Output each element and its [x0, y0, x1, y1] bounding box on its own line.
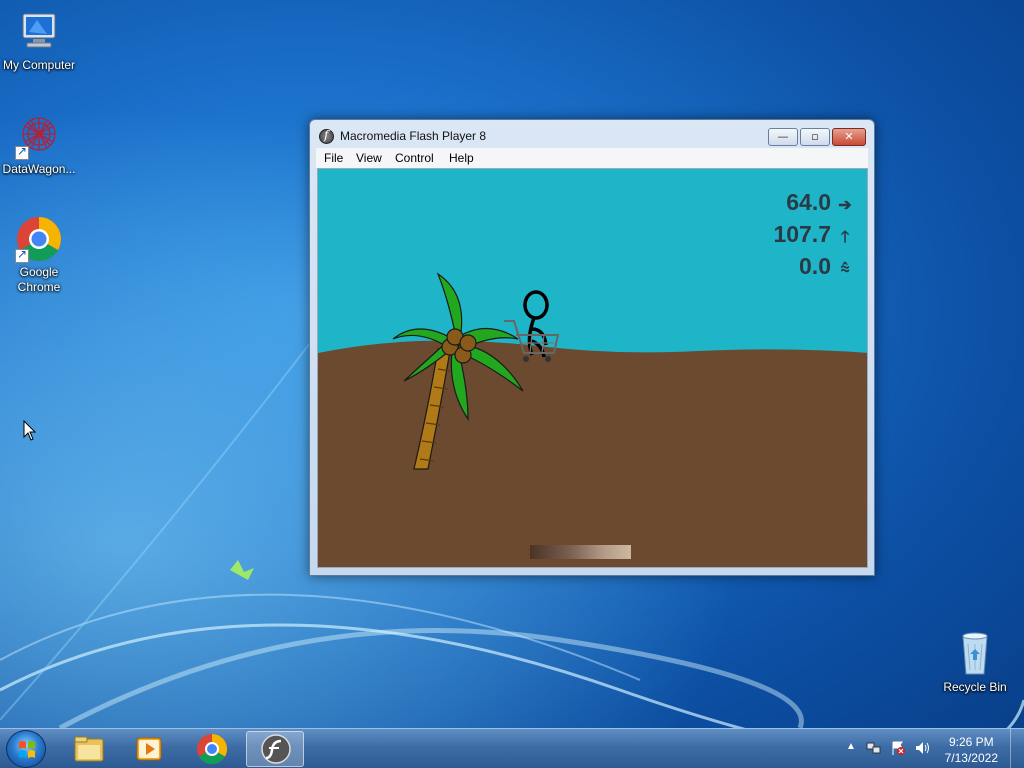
desktop-icon-datawagon[interactable]: DataWagon...: [0, 112, 78, 177]
desktop-icon-my-computer[interactable]: My Computer: [0, 8, 78, 73]
clock-date: 7/13/2022: [944, 751, 998, 765]
flash-player-window[interactable]: Macromedia Flash Player 8 — ▫ ✕ File Vie…: [309, 119, 875, 576]
datawagon-icon: [15, 112, 63, 160]
height-value: 107.7: [773, 221, 831, 247]
action-center-icon[interactable]: [890, 740, 906, 756]
maximize-button[interactable]: ▫: [800, 128, 830, 146]
flash-app-icon: [319, 128, 334, 144]
arrow-up-icon: 🡑: [840, 229, 850, 246]
menu-bar: File View Control Help: [316, 148, 868, 168]
explorer-icon: [74, 736, 104, 762]
taskbar-explorer[interactable]: [60, 731, 118, 767]
start-button[interactable]: [6, 730, 46, 768]
menu-help[interactable]: Help: [449, 151, 474, 165]
window-title: Macromedia Flash Player 8: [340, 129, 487, 143]
media-player-icon: [136, 737, 162, 761]
hud-distance: 64.0 ➔: [786, 189, 853, 216]
show-desktop-button[interactable]: [1010, 729, 1024, 768]
computer-icon: [15, 8, 63, 56]
desktop-icon-google-chrome[interactable]: Google Chrome: [0, 215, 78, 295]
shortcut-arrow-icon: [15, 144, 29, 160]
shortcut-arrow-icon: [15, 247, 29, 263]
menu-view[interactable]: View: [356, 151, 382, 165]
taskbar-chrome[interactable]: [183, 731, 241, 767]
title-bar[interactable]: Macromedia Flash Player 8 — ▫ ✕: [310, 120, 874, 150]
hud-bounce: 0.0 ⩯: [799, 253, 853, 280]
hud-height: 107.7 🡑: [773, 221, 853, 253]
power-meter-bar: [530, 545, 631, 559]
arrow-right-icon: ➔: [838, 197, 852, 214]
flash-game-stage[interactable]: 64.0 ➔ 107.7 🡑 0.0 ⩯: [317, 168, 868, 568]
flash-player-icon: [261, 734, 291, 764]
desktop-icon-recycle-bin[interactable]: Recycle Bin: [936, 630, 1014, 695]
chrome-icon: [15, 215, 63, 263]
taskbar-media-player[interactable]: [120, 731, 178, 767]
network-icon[interactable]: [866, 740, 882, 756]
menu-control[interactable]: Control: [395, 151, 434, 165]
taskbar-flash-player[interactable]: [246, 731, 304, 767]
taskbar: ▲ 9:26 PM 7/13/2022: [0, 728, 1024, 768]
bounce-icon: ⩯: [840, 261, 850, 278]
volume-icon[interactable]: [914, 740, 932, 756]
recycle-bin-icon: [951, 630, 999, 678]
desktop-icon-label: Google Chrome: [17, 265, 61, 294]
menu-file[interactable]: File: [324, 151, 343, 165]
windows-logo-icon: [19, 741, 35, 758]
close-button[interactable]: ✕: [832, 128, 866, 146]
desktop-icon-label: My Computer: [2, 58, 76, 72]
system-tray: ▲: [842, 729, 942, 768]
minimize-button[interactable]: —: [768, 128, 798, 146]
bounce-value: 0.0: [799, 253, 831, 279]
mouse-cursor-icon: [23, 420, 37, 441]
show-hidden-icon[interactable]: ▲: [846, 741, 856, 752]
chrome-icon: [197, 734, 228, 765]
desktop-icon-label: DataWagon...: [2, 162, 76, 176]
taskbar-clock[interactable]: 9:26 PM 7/13/2022: [945, 734, 998, 766]
desktop-icon-label: Recycle Bin: [943, 680, 1007, 694]
clock-time: 9:26 PM: [948, 735, 994, 749]
distance-value: 64.0: [786, 189, 831, 215]
